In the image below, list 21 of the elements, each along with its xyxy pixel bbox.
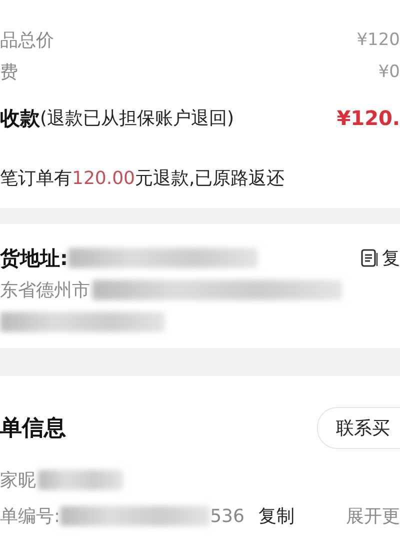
refund-label: 收款	[0, 104, 40, 132]
contact-button[interactable]: 联系买	[317, 407, 400, 449]
notice-text: 笔订单有	[0, 168, 72, 189]
price-value: ¥0	[378, 62, 400, 82]
section-title: 单信息	[0, 415, 66, 443]
copy-link[interactable]: 复制	[244, 504, 294, 528]
copy-button[interactable]: 复	[361, 246, 400, 270]
notice-amount: 120.00	[72, 168, 135, 189]
order-number-label: 单编号:	[0, 505, 60, 528]
nickname-label: 家昵	[0, 469, 36, 492]
notice-text: 元退款,已原路返还	[134, 168, 285, 189]
refund-amount: ¥120.	[336, 106, 400, 130]
document-icon	[361, 248, 378, 268]
order-number: 536	[210, 506, 244, 526]
price-label: 品总价	[0, 29, 54, 52]
address-label: 货地址:	[0, 244, 68, 272]
refund-note: (退款已从担保账户退回)	[40, 107, 234, 130]
price-value: ¥120	[356, 30, 400, 50]
expand-link[interactable]: 展开更	[332, 504, 400, 528]
address-text: 东省德州市	[0, 279, 90, 302]
price-label: 费	[0, 61, 18, 84]
